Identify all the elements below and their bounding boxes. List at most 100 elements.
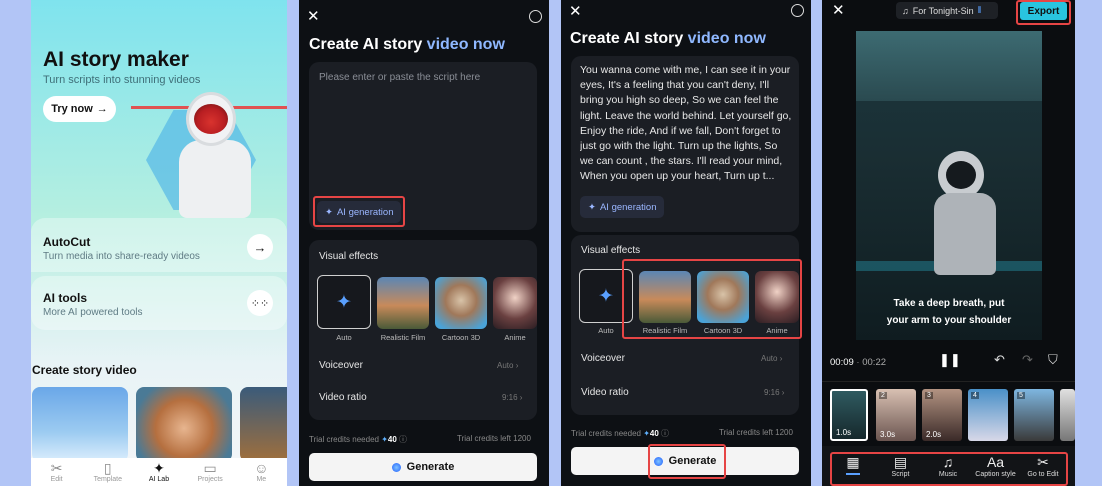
try-now-button[interactable]: Try now → xyxy=(43,96,116,122)
annotation-red-box xyxy=(622,259,802,339)
autocut-title: AutoCut xyxy=(43,235,91,249)
create-story-empty-screen: ✕ Create AI story video now Please enter… xyxy=(299,0,549,486)
story-thumbnail[interactable] xyxy=(32,387,128,462)
history-icon[interactable] xyxy=(791,4,804,17)
folder-icon: ▭ xyxy=(203,460,217,476)
voiceover-value[interactable]: Auto › xyxy=(497,361,518,370)
grid-icon[interactable]: ⁘⁘ xyxy=(247,290,273,316)
timeline-clip[interactable]: 3 2.0s xyxy=(922,389,962,441)
effect-label: Auto xyxy=(336,333,352,342)
video-ratio-value[interactable]: 9:16 › xyxy=(764,388,784,397)
redo-icon[interactable]: ↷ xyxy=(1022,352,1033,368)
undo-icon[interactable]: ↶ xyxy=(994,352,1005,368)
music-icon: ♫ xyxy=(902,5,909,16)
tab-projects[interactable]: ▭ Projects xyxy=(190,460,230,483)
voiceover-value[interactable]: Auto › xyxy=(761,354,782,363)
sparkle-icon: ✦ xyxy=(153,460,165,476)
create-story-section-title: Create story video xyxy=(32,363,137,377)
try-now-label: Try now xyxy=(51,103,93,115)
visual-effects-title: Visual effects xyxy=(319,251,379,262)
voiceover-label[interactable]: Voiceover xyxy=(581,353,625,364)
visual-effects-title: Visual effects xyxy=(581,245,641,256)
annotation-red-box xyxy=(830,452,1068,486)
sparkle-icon: ✦ xyxy=(325,206,333,218)
video-ratio-label[interactable]: Video ratio xyxy=(581,387,629,398)
tab-ai-lab[interactable]: ✦ AI Lab xyxy=(139,460,179,483)
video-ratio-value[interactable]: 9:16 › xyxy=(502,393,522,402)
home-screen: AI story maker Turn scripts into stunnin… xyxy=(31,0,287,486)
close-icon[interactable]: ✕ xyxy=(307,7,320,25)
credits-needed: Trial credits needed ✦40 ⓘ xyxy=(571,429,670,438)
page-title: Create AI story video now xyxy=(309,36,505,53)
generate-button[interactable]: Generate xyxy=(309,453,537,481)
credits-left: Trial credits left 1200 xyxy=(719,428,793,437)
annotation-red-box xyxy=(648,444,726,479)
sparkle-icon: ✦ xyxy=(598,285,614,307)
voiceover-label[interactable]: Voiceover xyxy=(319,360,363,371)
timeline-clip[interactable]: 5 xyxy=(1014,389,1054,441)
credits-needed: Trial credits needed ✦40 ⓘ xyxy=(309,435,408,444)
arrow-right-icon[interactable]: → xyxy=(247,234,273,260)
effect-label: Anime xyxy=(504,333,526,342)
scissors-icon: ✂ xyxy=(50,460,63,476)
effect-label: Cartoon 3D xyxy=(441,333,481,342)
music-chip[interactable]: ♫ For Tonight-Sin ⦀ xyxy=(896,2,998,19)
astronaut-visor xyxy=(194,104,228,134)
tab-me[interactable]: ☺ Me xyxy=(241,460,281,483)
autocut-subtitle: Turn media into share-ready videos xyxy=(43,251,200,262)
pause-icon[interactable]: ❚❚ xyxy=(939,352,961,368)
video-caption: Take a deep breath, put your arm to your … xyxy=(886,298,1012,326)
divider xyxy=(822,381,1075,382)
page-title: Create AI story video now xyxy=(570,30,766,47)
script-text: You wanna come with me, I can see it in … xyxy=(580,64,792,183)
time-readout: 00:09 · 00:22 xyxy=(830,357,887,368)
autocut-card[interactable]: AutoCut Turn media into share-ready vide… xyxy=(31,218,287,272)
sparkle-icon: ✦ xyxy=(643,429,650,438)
effect-label: Realistic Film xyxy=(380,333,426,342)
effect-cartoon-3d[interactable] xyxy=(435,277,487,329)
hero-title: AI story maker xyxy=(43,48,189,71)
ai-tools-card[interactable]: AI tools More AI powered tools ⁘⁘ xyxy=(31,276,287,330)
video-ratio-label[interactable]: Video ratio xyxy=(319,392,367,403)
create-story-filled-screen: ✕ Create AI story video now You wanna co… xyxy=(561,0,811,486)
hero-subtitle: Turn scripts into stunning videos xyxy=(43,74,201,86)
timeline-clip[interactable] xyxy=(1060,389,1075,441)
script-placeholder: Please enter or paste the script here xyxy=(319,72,481,83)
waveform-icon: ⦀ xyxy=(977,5,982,15)
shield-check-icon[interactable]: ⛉ xyxy=(1048,352,1058,368)
astronaut-body xyxy=(934,193,996,275)
sparkle-icon: ✦ xyxy=(336,291,352,313)
generate-icon xyxy=(391,462,401,472)
close-icon[interactable]: ✕ xyxy=(569,2,582,20)
train-window xyxy=(856,31,1042,101)
timeline-clip[interactable]: 1.0s xyxy=(830,389,868,441)
close-icon[interactable]: ✕ xyxy=(832,1,845,19)
ai-tools-title: AI tools xyxy=(43,291,87,305)
timeline-clip[interactable]: 4 xyxy=(968,389,1008,441)
bottom-tab-bar: ✂ Edit ▯ Template ✦ AI Lab ▭ Projects ☺ Me xyxy=(31,458,287,486)
export-button[interactable]: Export xyxy=(1020,2,1067,20)
settings-panel: Visual effects ✦ Auto Realistic Film Car… xyxy=(309,240,537,420)
sparkle-icon: ✦ xyxy=(381,435,388,444)
history-icon[interactable] xyxy=(529,10,542,23)
effect-realistic-film[interactable] xyxy=(377,277,429,329)
sparkle-icon: ✦ xyxy=(588,201,596,213)
person-icon: ☺ xyxy=(254,460,269,476)
script-input[interactable]: You wanna come with me, I can see it in … xyxy=(571,56,799,232)
effect-auto[interactable]: ✦ xyxy=(317,275,371,329)
tab-template[interactable]: ▯ Template xyxy=(88,460,128,483)
effect-anime[interactable] xyxy=(493,277,537,329)
timeline-clip[interactable]: 2 3.0s xyxy=(876,389,916,441)
story-thumbnail[interactable] xyxy=(240,387,287,462)
template-icon: ▯ xyxy=(103,460,112,476)
story-thumbnail[interactable] xyxy=(136,387,232,462)
story-editor-screen: ✕ ♫ For Tonight-Sin ⦀ Export Take a deep b… xyxy=(822,0,1075,486)
ai-tools-subtitle: More AI powered tools xyxy=(43,307,143,318)
ai-generation-button[interactable]: ✦ AI generation xyxy=(317,201,402,223)
astronaut-visor xyxy=(946,161,976,189)
tab-edit[interactable]: ✂ Edit xyxy=(37,460,77,483)
video-preview[interactable]: Take a deep breath, put your arm to your … xyxy=(856,31,1042,340)
arrow-right-icon: → xyxy=(96,103,108,115)
credits-left: Trial credits left 1200 xyxy=(457,434,531,443)
ai-generation-button[interactable]: ✦ AI generation xyxy=(580,196,665,218)
